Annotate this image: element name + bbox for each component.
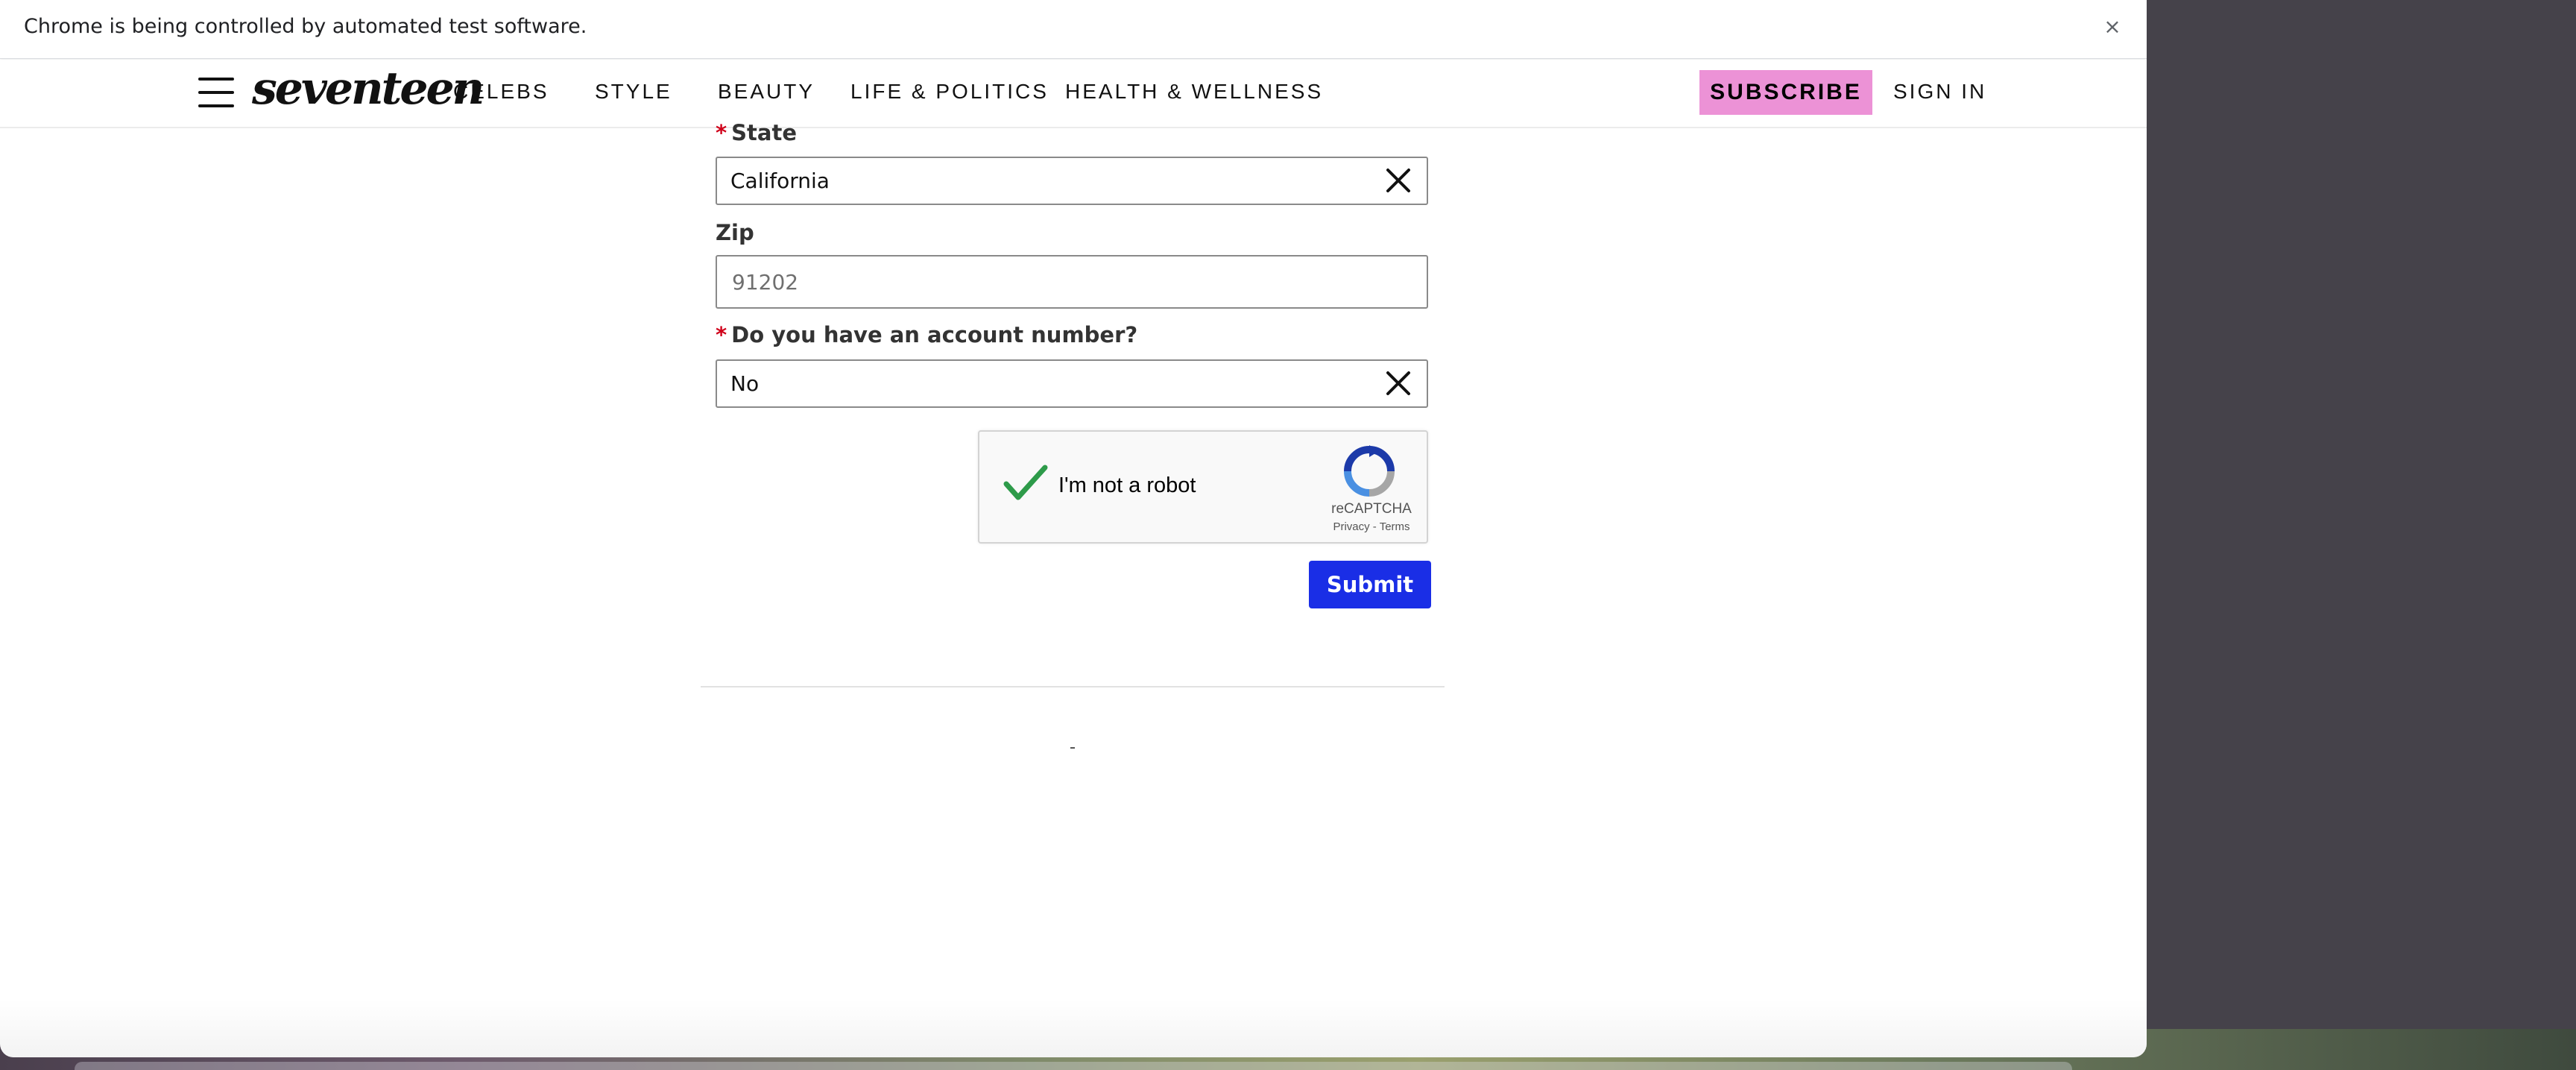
- desktop-dock-strip: [75, 1062, 2072, 1070]
- recaptcha-terms-link[interactable]: Terms: [1380, 520, 1410, 533]
- state-value: California: [730, 169, 830, 193]
- recaptcha-brand: reCAPTCHA: [1331, 501, 1412, 517]
- account-number-label: * Do you have an account number?: [716, 322, 1137, 347]
- infobar-close-icon[interactable]: ×: [2099, 13, 2126, 40]
- loading-dash: [1070, 747, 1075, 749]
- nav-item-style[interactable]: STYLE: [595, 80, 672, 104]
- nav-item-beauty[interactable]: BEAUTY: [718, 80, 815, 104]
- recaptcha-link-separator: -: [1372, 520, 1377, 533]
- recaptcha-label: I'm not a robot: [1058, 473, 1196, 497]
- state-clear-icon[interactable]: [1383, 166, 1413, 195]
- browser-window: Chrome is being controlled by automated …: [0, 0, 2147, 1057]
- account-number-label-text: Do you have an account number?: [731, 322, 1138, 347]
- state-label: * State: [716, 120, 797, 145]
- recaptcha-checkmark-icon[interactable]: [1002, 462, 1049, 503]
- site-logo[interactable]: seventeen: [252, 63, 484, 115]
- recaptcha-links: Privacy - Terms: [1312, 520, 1431, 533]
- sign-in-link[interactable]: SIGN IN: [1893, 80, 1986, 104]
- zip-label: Zip: [716, 220, 754, 245]
- automation-infobar: Chrome is being controlled by automated …: [0, 0, 2147, 59]
- recaptcha-logo-icon: [1344, 445, 1395, 497]
- account-clear-icon[interactable]: [1383, 368, 1413, 398]
- submit-button[interactable]: Submit: [1309, 561, 1431, 608]
- section-divider: [701, 686, 1445, 687]
- nav-item-life-politics[interactable]: LIFE & POLITICS: [850, 80, 1049, 104]
- bottom-fade: [0, 999, 2147, 1057]
- state-label-text: State: [731, 120, 798, 145]
- recaptcha-widget: I'm not a robot reCAPTCHA Privacy - Term…: [978, 430, 1428, 544]
- zip-placeholder: 91202: [732, 270, 799, 295]
- nav-item-celebs[interactable]: CELEBS: [453, 80, 549, 104]
- site-header: seventeen CELEBS STYLE BEAUTY LIFE & POL…: [0, 60, 2147, 128]
- account-number-value: No: [730, 371, 760, 396]
- nav-item-health-wellness[interactable]: HEALTH & WELLNESS: [1065, 80, 1323, 104]
- subscribe-button[interactable]: SUBSCRIBE: [1699, 70, 1872, 115]
- menu-icon[interactable]: [195, 72, 237, 113]
- required-mark: *: [716, 322, 727, 347]
- state-select[interactable]: California: [716, 157, 1428, 205]
- infobar-message: Chrome is being controlled by automated …: [24, 15, 587, 38]
- zip-input[interactable]: 91202: [716, 255, 1428, 309]
- required-mark: *: [716, 120, 727, 145]
- account-number-select[interactable]: No: [716, 359, 1428, 408]
- recaptcha-privacy-link[interactable]: Privacy: [1333, 520, 1369, 533]
